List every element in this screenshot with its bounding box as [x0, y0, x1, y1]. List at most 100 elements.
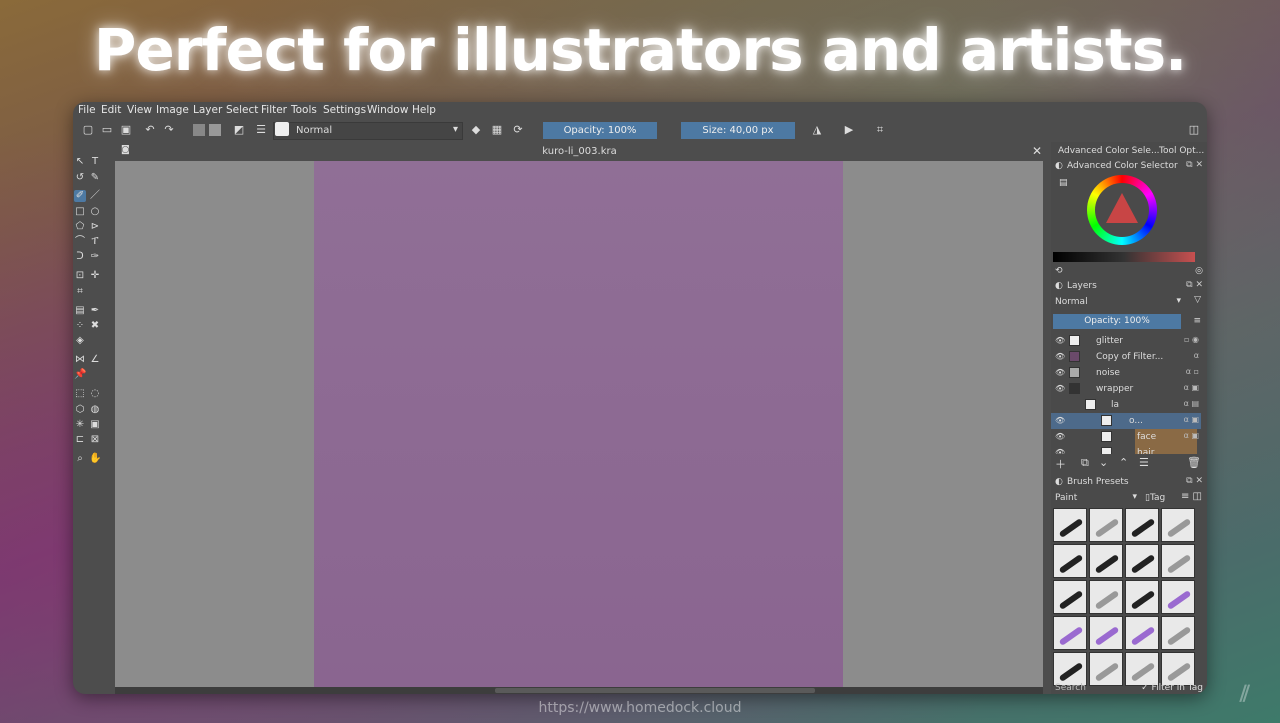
bezier-tool-icon[interactable]: ⌒ [74, 236, 86, 248]
brush-settings-icon[interactable]: ☰ [255, 124, 267, 136]
menu-image[interactable]: Image [156, 104, 189, 116]
brush-preset[interactable] [1089, 652, 1123, 686]
preset-search-input[interactable]: Search [1055, 683, 1086, 693]
layer-flags[interactable]: α ▫ [1186, 367, 1199, 376]
text-tool-icon[interactable]: T [89, 156, 101, 168]
visibility-eye-icon[interactable]: 👁 [1055, 368, 1065, 377]
menu-view[interactable]: View [127, 104, 152, 116]
document-tab[interactable]: ◙ kuro-li_003.kra ✕ [113, 142, 1046, 161]
layer-blend-select[interactable]: Normal ▾ [1053, 295, 1181, 309]
move-tool-icon[interactable]: ✛ [89, 270, 101, 282]
opacity-slider[interactable]: Opacity: 100% [543, 122, 657, 139]
filter-icon[interactable]: ▽ [1194, 295, 1201, 305]
menu-settings[interactable]: Settings [323, 104, 366, 116]
brush-preset[interactable] [1053, 544, 1087, 578]
calligraphy-icon[interactable]: ✎ [89, 172, 101, 184]
polygon-tool-icon[interactable]: ⬠ [74, 221, 86, 233]
save-icon[interactable]: ▣ [120, 124, 132, 136]
visibility-eye-icon[interactable]: 👁 [1055, 416, 1065, 425]
menu-select[interactable]: Select [226, 104, 258, 116]
layer-flags[interactable]: ▫ ◉ [1184, 335, 1199, 344]
rectangle-tool-icon[interactable]: □ [74, 206, 86, 218]
brush-preset[interactable] [1089, 580, 1123, 614]
layer-flags[interactable]: α ▣ [1184, 415, 1199, 424]
ellipse-tool-icon[interactable]: ○ [89, 206, 101, 218]
brush-preset[interactable] [1053, 652, 1087, 686]
color-swap-icon[interactable]: ◩ [233, 124, 245, 136]
color-picker-icon[interactable]: ✒ [89, 305, 101, 317]
add-layer-icon[interactable]: ＋ [1055, 456, 1066, 472]
dynamic-brush-icon[interactable]: ᑐ [74, 251, 86, 263]
menu-edit[interactable]: Edit [101, 104, 121, 116]
brush-preset[interactable] [1089, 508, 1123, 542]
layer-flags[interactable]: α ▤ [1184, 399, 1199, 408]
polygon-select-icon[interactable]: ⬡ [74, 404, 86, 416]
delete-layer-icon[interactable]: 🗑 [1187, 456, 1201, 469]
magnetic-select-icon[interactable]: ⊠ [89, 434, 101, 446]
tag-button[interactable]: ▯Tag [1145, 493, 1165, 503]
brush-preset[interactable] [1125, 508, 1159, 542]
preserve-alpha-icon[interactable]: ▦ [491, 124, 503, 136]
magic-wand-icon[interactable]: ✳ [74, 419, 86, 431]
color-triangle[interactable] [1106, 193, 1138, 223]
visibility-eye-icon[interactable]: 👁 [1055, 384, 1065, 393]
brush-preset[interactable] [1125, 616, 1159, 650]
brush-preset[interactable] [1161, 652, 1195, 686]
layer-flags[interactable]: α ▣ [1184, 431, 1199, 440]
color-wheel[interactable] [1087, 175, 1157, 245]
pan-tool-icon[interactable]: ✋ [89, 453, 101, 465]
brush-preset[interactable] [1161, 508, 1195, 542]
color-settings-icon[interactable]: ▤ [1059, 178, 1068, 188]
perspective-grid-icon[interactable]: ⋈ [74, 354, 86, 366]
transform-tool-icon[interactable]: ⊡ [74, 270, 86, 282]
presets-view-icon[interactable]: ≡ ◫ [1181, 491, 1202, 502]
mirror-horizontal-icon[interactable]: ◮ [811, 124, 823, 136]
brush-preset[interactable] [1053, 616, 1087, 650]
gradient-swatch-icon[interactable] [193, 124, 205, 136]
crop-tool-icon[interactable]: ⌗ [74, 286, 86, 298]
canvas-area[interactable] [115, 161, 1043, 687]
freehand-path-icon[interactable]: ፐ [89, 236, 101, 248]
freehand-brush-icon[interactable]: ✐ [74, 190, 86, 202]
move-layer-up-icon[interactable]: ⌃ [1119, 456, 1128, 469]
layers-float-close[interactable]: ⧉ ✕ [1186, 280, 1203, 290]
bezier-select-icon[interactable]: ⊏ [74, 434, 86, 446]
eraser-icon[interactable]: ◆ [470, 124, 482, 136]
layer-properties-icon[interactable]: ☰ [1139, 456, 1149, 469]
layer-row-selected[interactable]: 👁 o... α ▣ [1051, 413, 1201, 429]
visibility-eye-icon[interactable]: 👁 [1055, 352, 1065, 361]
visibility-eye-icon[interactable]: 👁 [1055, 336, 1065, 345]
measure-tool-icon[interactable]: ∠ [89, 354, 101, 366]
color-history-icon[interactable]: ◎ [1195, 266, 1203, 276]
layer-row[interactable]: 👁 Copy of Filter... α [1051, 349, 1201, 365]
panel-float-close[interactable]: ⧉ ✕ [1186, 160, 1203, 170]
edit-shapes-icon[interactable]: ↺ [74, 172, 86, 184]
horizontal-scrollbar[interactable] [115, 687, 1043, 694]
menu-layer[interactable]: Layer [193, 104, 222, 116]
scrollbar-thumb[interactable] [495, 688, 815, 693]
multibrush-icon[interactable]: ✑ [89, 251, 101, 263]
layer-row[interactable]: 👁 face α ▣ [1051, 429, 1201, 445]
menu-filter[interactable]: Filter [261, 104, 287, 116]
redo-icon[interactable]: ↷ [163, 124, 175, 136]
brush-preset[interactable] [1161, 616, 1195, 650]
presets-float-close[interactable]: ⧉ ✕ [1186, 476, 1203, 486]
filter-in-tag-checkbox[interactable]: ✓ Filter in Tag [1141, 683, 1203, 693]
brush-preset[interactable] [1161, 580, 1195, 614]
blend-mode-select[interactable]: Normal ▾ [273, 122, 463, 140]
zoom-tool-icon[interactable]: ⌕ [74, 453, 86, 465]
open-folder-icon[interactable]: ▭ [101, 124, 113, 136]
new-document-icon[interactable]: ▢ [82, 124, 94, 136]
pattern-swatch-icon[interactable] [209, 124, 221, 136]
layer-row[interactable]: la α ▤ [1051, 397, 1201, 413]
rect-select-icon[interactable]: ⬚ [74, 388, 86, 400]
panel-layout-icon[interactable]: ◫ [1188, 124, 1200, 136]
visibility-eye-icon[interactable]: 👁 [1055, 448, 1065, 454]
layer-row[interactable]: 👁 wrapper α ▣ [1051, 381, 1201, 397]
visibility-eye-icon[interactable]: 👁 [1055, 432, 1065, 441]
brush-preset[interactable] [1053, 508, 1087, 542]
mirror-vertical-icon[interactable]: ▶ [843, 124, 855, 136]
close-icon[interactable]: ✕ [1032, 144, 1042, 158]
similar-select-icon[interactable]: ▣ [89, 419, 101, 431]
menu-help[interactable]: Help [412, 104, 436, 116]
